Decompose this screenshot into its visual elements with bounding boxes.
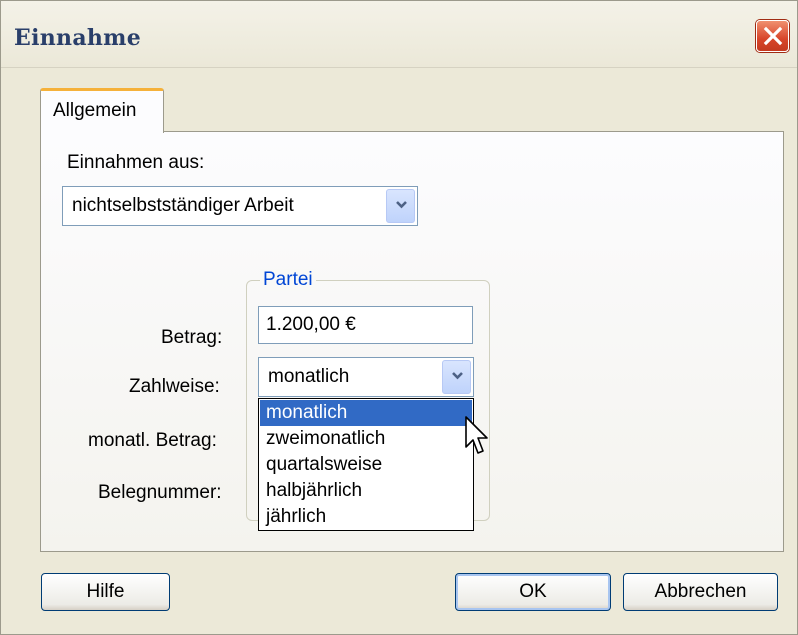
- monatl-betrag-label: monatl. Betrag:: [88, 430, 217, 451]
- zahlweise-select[interactable]: monatlich: [258, 357, 474, 397]
- window-title: Einnahme: [14, 25, 142, 51]
- zahlweise-option[interactable]: monatlich: [260, 400, 472, 426]
- einnahmen-aus-select[interactable]: nichtselbstständiger Arbeit: [62, 186, 418, 226]
- betrag-value: 1.200,00 €: [266, 314, 356, 335]
- belegnummer-label: Belegnummer:: [98, 482, 222, 503]
- close-button[interactable]: [756, 20, 789, 52]
- betrag-label: Betrag:: [161, 327, 223, 348]
- cancel-button[interactable]: Abbrechen: [623, 573, 778, 611]
- chevron-down-icon: [396, 201, 407, 209]
- zahlweise-option[interactable]: quartalsweise: [260, 452, 472, 478]
- close-icon: [763, 26, 783, 46]
- einnahmen-aus-dropdown-button[interactable]: [386, 189, 415, 223]
- ok-button[interactable]: OK: [455, 573, 611, 611]
- mouse-cursor-icon: [465, 416, 488, 454]
- tab-allgemein-label: Allgemein: [53, 100, 137, 121]
- chevron-down-icon: [452, 372, 463, 380]
- dialog-window: Einnahme Allgemein Einnahmen aus: nichts…: [0, 0, 798, 635]
- help-button[interactable]: Hilfe: [41, 573, 170, 611]
- einnahmen-aus-value: nichtselbstständiger Arbeit: [72, 195, 294, 216]
- zahlweise-dropdown-list: monatlich zweimonatlich quartalsweise ha…: [258, 398, 474, 531]
- zahlweise-value: monatlich: [268, 366, 350, 387]
- zahlweise-option[interactable]: halbjährlich: [260, 478, 472, 504]
- tab-allgemein[interactable]: Allgemein: [40, 88, 164, 133]
- zahlweise-label: Zahlweise:: [129, 376, 220, 397]
- partei-group-title: Partei: [260, 269, 316, 291]
- zahlweise-option[interactable]: zweimonatlich: [260, 426, 472, 452]
- zahlweise-option[interactable]: jährlich: [260, 504, 472, 530]
- einnahmen-aus-label: Einnahmen aus:: [67, 152, 205, 173]
- betrag-input[interactable]: 1.200,00 €: [258, 306, 473, 344]
- zahlweise-dropdown-button[interactable]: [442, 360, 471, 394]
- title-bar[interactable]: Einnahme: [1, 1, 797, 68]
